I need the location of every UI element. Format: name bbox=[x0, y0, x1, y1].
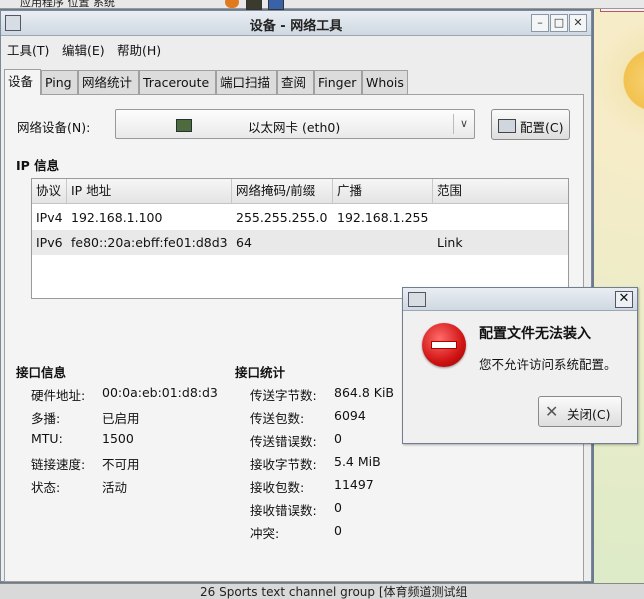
configure-button-label: 配置(C) bbox=[520, 120, 564, 135]
rx-errors-value: 0 bbox=[334, 500, 342, 515]
error-stop-icon bbox=[422, 323, 466, 367]
multicast-label: 多播: bbox=[31, 411, 61, 426]
menu-tools[interactable]: 工具(T) bbox=[7, 40, 49, 59]
menu-edit[interactable]: 编辑(E) bbox=[62, 40, 105, 59]
window-close-button[interactable]: ✕ bbox=[569, 14, 587, 32]
top-panel: 应用程序 位置 系统 bbox=[0, 0, 644, 10]
dialog-close-action-button[interactable]: ✕ 关闭(C) bbox=[538, 396, 622, 427]
tab-traceroute[interactable]: Traceroute bbox=[139, 70, 216, 94]
dialog-heading: 配置文件无法装入 bbox=[479, 326, 591, 342]
rx-errors-label: 接收错误数: bbox=[250, 503, 317, 518]
link-speed-label: 链接速度: bbox=[31, 457, 86, 472]
tab-whois[interactable]: Whois bbox=[362, 70, 408, 94]
tx-errors-value: 0 bbox=[334, 431, 342, 446]
dialog-message: 您不允许访问系统配置。 bbox=[479, 357, 617, 372]
tx-bytes-label: 传送字节数: bbox=[250, 388, 317, 403]
rx-bytes-value: 5.4 MiB bbox=[334, 454, 381, 469]
mtu-label: MTU: bbox=[31, 431, 63, 446]
cell-ip-address: 192.168.1.100 bbox=[71, 210, 163, 225]
hardware-address-value: 00:0a:eb:01:d8:d3 bbox=[102, 385, 218, 400]
column-header-ip-address[interactable]: IP 地址 bbox=[67, 179, 232, 203]
firefox-launcher-icon[interactable] bbox=[225, 0, 239, 8]
error-dialog: ✕ 配置文件无法装入 您不允许访问系统配置。 ✕ 关闭(C) bbox=[402, 287, 638, 444]
tx-bytes-value: 864.8 KiB bbox=[334, 385, 395, 400]
menubar: 工具(T) 编辑(E) 帮助(H) bbox=[1, 36, 591, 58]
terminal-launcher-icon[interactable] bbox=[246, 0, 262, 10]
cell-netmask: 255.255.255.0 bbox=[236, 210, 328, 225]
dialog-window-icon[interactable] bbox=[408, 292, 426, 307]
state-label: 状态: bbox=[31, 480, 61, 495]
cell-netmask: 64 bbox=[236, 235, 252, 250]
column-header-netmask[interactable]: 网络掩码/前缀 bbox=[232, 179, 333, 203]
top-panel-menu[interactable]: 应用程序 位置 系统 bbox=[20, 0, 115, 10]
state-value: 活动 bbox=[102, 480, 128, 495]
cell-protocol: IPv6 bbox=[36, 235, 63, 250]
tx-packets-label: 传送包数: bbox=[250, 411, 305, 426]
interface-stats-title: 接口统计 bbox=[235, 365, 286, 380]
network-device-combo[interactable]: 以太网卡 (eth0) ∨ bbox=[115, 109, 475, 139]
dialog-close-button[interactable]: ✕ bbox=[615, 291, 633, 308]
network-device-value: 以太网卡 (eth0) bbox=[248, 120, 341, 135]
tab-finger[interactable]: Finger bbox=[314, 70, 362, 94]
tab-netstat[interactable]: 网络统计 bbox=[78, 70, 139, 94]
ip-info-title: IP 信息 bbox=[16, 158, 60, 173]
dialog-close-button-label: 关闭(C) bbox=[567, 407, 611, 422]
tab-ping[interactable]: Ping bbox=[41, 70, 78, 94]
collisions-value: 0 bbox=[334, 523, 342, 538]
link-speed-value: 不可用 bbox=[102, 457, 140, 472]
cell-ip-address: fe80::20a:ebff:fe01:d8d3 bbox=[71, 235, 228, 250]
minimize-button[interactable]: – bbox=[531, 14, 549, 32]
table-row[interactable]: IPv6 fe80::20a:ebff:fe01:d8d3 64 Link bbox=[32, 230, 568, 255]
tab-lookup[interactable]: 查阅 bbox=[277, 70, 314, 94]
menu-help[interactable]: 帮助(H) bbox=[117, 40, 161, 59]
network-config-icon bbox=[498, 119, 516, 133]
app-launcher-icon[interactable] bbox=[268, 0, 284, 10]
table-header: 协议 IP 地址 网络掩码/前缀 广播 范围 bbox=[32, 179, 568, 204]
multicast-value: 已启用 bbox=[102, 411, 140, 426]
window-titlebar[interactable]: 设备 - 网络工具 – □ ✕ bbox=[1, 11, 591, 36]
network-device-label: 网络设备(N): bbox=[17, 120, 91, 135]
collisions-label: 冲突: bbox=[250, 526, 280, 541]
cell-protocol: IPv4 bbox=[36, 210, 63, 225]
interface-info-title: 接口信息 bbox=[16, 365, 67, 380]
rx-packets-label: 接收包数: bbox=[250, 480, 305, 495]
rx-bytes-label: 接收字节数: bbox=[250, 457, 317, 472]
ip-info-table: 协议 IP 地址 网络掩码/前缀 广播 范围 IPv4 192.168.1.10… bbox=[31, 178, 569, 299]
chevron-down-icon[interactable]: ∨ bbox=[453, 114, 474, 134]
hardware-address-label: 硬件地址: bbox=[31, 388, 86, 403]
close-icon: ✕ bbox=[545, 402, 559, 421]
mtu-value: 1500 bbox=[102, 431, 134, 446]
tab-devices[interactable]: 设备 bbox=[4, 69, 41, 95]
tab-port-scan[interactable]: 端口扫描 bbox=[216, 70, 277, 94]
cell-broadcast: 192.168.1.255 bbox=[337, 210, 429, 225]
column-header-protocol[interactable]: 协议 bbox=[32, 179, 67, 203]
configure-button[interactable]: 配置(C) bbox=[491, 109, 570, 140]
table-row[interactable]: IPv4 192.168.1.100 255.255.255.0 192.168… bbox=[32, 205, 568, 230]
tx-packets-value: 6094 bbox=[334, 408, 366, 423]
rx-packets-value: 11497 bbox=[334, 477, 374, 492]
tx-errors-label: 传送错误数: bbox=[250, 434, 317, 449]
column-header-scope[interactable]: 范围 bbox=[433, 179, 568, 203]
taskbar-window-label[interactable]: 26 Sports text channel group [体育频道测试组 bbox=[200, 583, 468, 599]
window-title: 设备 - 网络工具 bbox=[249, 19, 343, 34]
column-header-broadcast[interactable]: 广播 bbox=[333, 179, 433, 203]
dialog-titlebar[interactable]: ✕ bbox=[403, 288, 637, 311]
network-card-icon bbox=[176, 119, 192, 132]
cell-scope: Link bbox=[437, 235, 463, 250]
maximize-button[interactable]: □ bbox=[550, 14, 568, 32]
